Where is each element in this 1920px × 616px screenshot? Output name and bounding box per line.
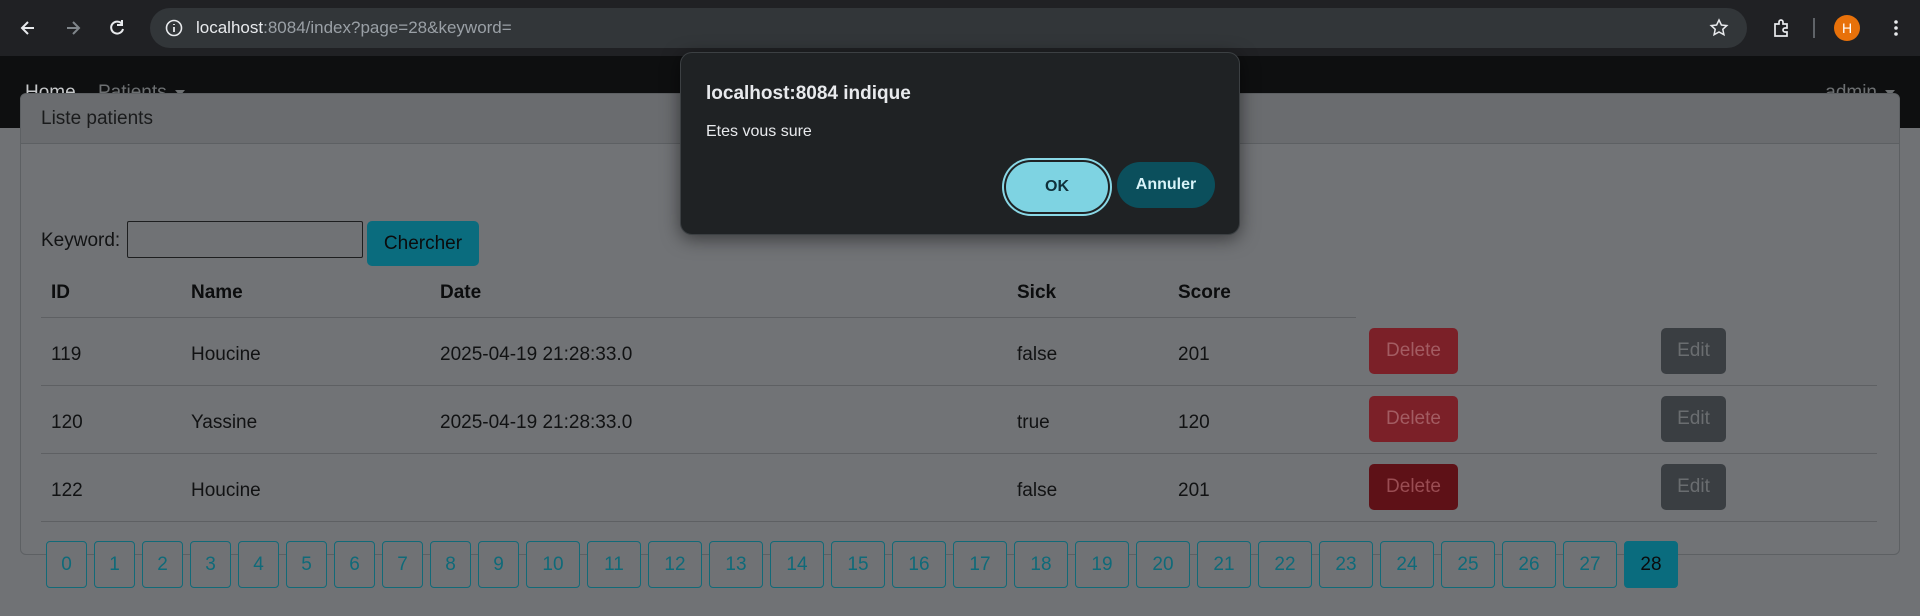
page-button[interactable]: 6 [334,541,375,588]
cell-date: 2025-04-19 21:28:33.0 [440,412,633,433]
column-header-name: Name [191,282,243,303]
keyword-label: Keyword: [41,230,121,251]
card-title: Liste patients [41,108,153,129]
edit-button[interactable]: Edit [1661,396,1726,442]
edit-button[interactable]: Edit [1661,464,1726,510]
page-button[interactable]: 10 [526,541,580,588]
page-button[interactable]: 28 [1624,541,1678,588]
kebab-menu-icon[interactable] [1880,12,1912,44]
column-header-sick: Sick [1017,282,1057,303]
column-header-date: Date [440,282,482,303]
row-divider [41,521,1877,522]
column-header-score: Score [1178,282,1231,303]
profile-avatar[interactable]: H [1834,15,1860,41]
column-header-id: ID [51,282,70,303]
confirm-dialog: localhost:8084 indique Etes vous sure OK… [680,52,1240,235]
cell-sick: false [1017,344,1058,365]
page-button[interactable]: 8 [430,541,471,588]
page-button[interactable]: 19 [1075,541,1129,588]
page-button[interactable]: 17 [953,541,1007,588]
page-button[interactable]: 5 [286,541,327,588]
page-button[interactable]: 14 [770,541,824,588]
page-button[interactable]: 11 [587,541,641,588]
url-text: localhost:8084/index?page=28&keyword= [196,18,512,37]
dialog-title: localhost:8084 indique [706,83,911,104]
delete-button[interactable]: Delete [1369,328,1458,374]
page-button[interactable]: 27 [1563,541,1617,588]
page-button[interactable]: 4 [238,541,279,588]
page-button[interactable]: 25 [1441,541,1495,588]
page-button[interactable]: 16 [892,541,946,588]
page-button[interactable]: 24 [1380,541,1434,588]
table-row: 119 Houcine 2025-04-19 21:28:33.0 false … [0,318,1920,386]
reload-icon[interactable] [101,12,133,44]
cell-score: 201 [1178,480,1210,501]
cell-id: 119 [51,344,82,365]
cell-name: Houcine [191,480,261,501]
page-button[interactable]: 20 [1136,541,1190,588]
page-button[interactable]: 2 [142,541,183,588]
cell-sick: false [1017,480,1058,501]
page-button[interactable]: 21 [1197,541,1251,588]
page-button[interactable]: 22 [1258,541,1312,588]
extensions-icon[interactable] [1766,12,1798,44]
cell-score: 120 [1178,412,1210,433]
browser-toolbar: localhost:8084/index?page=28&keyword= H [0,0,1920,56]
page-button[interactable]: 23 [1319,541,1373,588]
site-info-icon[interactable] [164,18,184,43]
page-button[interactable]: 9 [478,541,519,588]
cell-id: 122 [51,480,83,501]
dialog-message: Etes vous sure [706,123,812,140]
dialog-cancel-button[interactable]: Annuler [1117,162,1215,208]
page-button[interactable]: 0 [46,541,87,588]
delete-button[interactable]: Delete [1369,464,1458,510]
forward-icon[interactable] [57,12,89,44]
page-button[interactable]: 13 [709,541,763,588]
page-button[interactable]: 1 [94,541,135,588]
cell-sick: true [1017,412,1050,433]
table-row: 120 Yassine 2025-04-19 21:28:33.0 true 1… [0,386,1920,454]
cell-name: Yassine [191,412,258,433]
search-button[interactable]: Chercher [367,221,479,266]
delete-button[interactable]: Delete [1369,396,1458,442]
address-bar[interactable]: localhost:8084/index?page=28&keyword= [150,8,1747,48]
page-button[interactable]: 26 [1502,541,1556,588]
cell-id: 120 [51,412,83,433]
page-button[interactable]: 15 [831,541,885,588]
bookmark-star-icon[interactable] [1709,18,1729,43]
page-button[interactable]: 18 [1014,541,1068,588]
keyword-input[interactable] [127,221,363,258]
back-icon[interactable] [12,12,44,44]
dialog-ok-button[interactable]: OK [1006,162,1108,212]
page-button[interactable]: 12 [648,541,702,588]
page-button[interactable]: 3 [190,541,231,588]
cell-name: Houcine [191,344,261,365]
edit-button[interactable]: Edit [1661,328,1726,374]
table-row: 122 Houcine false 201 Delete Edit [0,454,1920,522]
cell-score: 201 [1178,344,1210,365]
cell-date: 2025-04-19 21:28:33.0 [440,344,633,365]
page-button[interactable]: 7 [382,541,423,588]
toolbar-divider [1813,18,1815,38]
